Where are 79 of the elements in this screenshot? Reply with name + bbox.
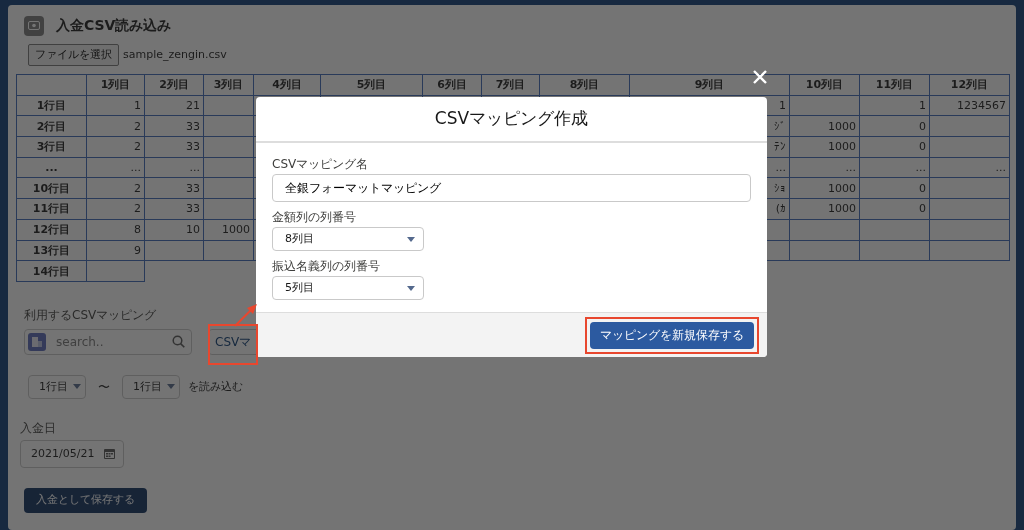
tilde-text: 〜 bbox=[98, 378, 110, 396]
table-cell: ... bbox=[144, 157, 204, 178]
table-cell: ... bbox=[86, 157, 145, 178]
table-cell: 0 bbox=[859, 136, 930, 158]
table-cell: 1000 bbox=[789, 177, 860, 199]
field-label: 振込名義列の列番号 bbox=[272, 258, 380, 275]
list-icon bbox=[28, 332, 46, 351]
dialog-title: CSVマッピング作成 bbox=[434, 107, 589, 131]
column-header: 5列目 bbox=[320, 74, 423, 96]
row-header: 3行目 bbox=[16, 136, 87, 158]
deposit-date-label: 入金日 bbox=[20, 419, 56, 437]
table-cell: ... bbox=[929, 157, 1010, 178]
row-header: 12行目 bbox=[16, 219, 87, 240]
table-cell: 9 bbox=[86, 240, 145, 261]
table-cell: 8 bbox=[86, 219, 145, 240]
table-cell: 21 bbox=[144, 95, 204, 116]
mapping-name-field[interactable]: 全銀フォーマットマッピング bbox=[272, 174, 751, 202]
save-mapping-button[interactable]: マッピングを新規保存する bbox=[590, 321, 754, 349]
caret-icon bbox=[407, 285, 415, 291]
table-cell: 0 bbox=[859, 115, 930, 137]
table-cell: 2 bbox=[86, 198, 145, 220]
table-cell: 33 bbox=[144, 198, 204, 220]
column-header: 3列目 bbox=[203, 74, 254, 96]
column-header: 4列目 bbox=[253, 74, 321, 96]
row-header: 1行目 bbox=[16, 95, 87, 116]
table-cell: 2 bbox=[86, 115, 145, 137]
table-cell: 1000 bbox=[203, 219, 254, 240]
choose-file-button[interactable]: ファイルを選択 bbox=[28, 43, 119, 67]
table-cell: 2 bbox=[86, 136, 145, 158]
row-header: 14行目 bbox=[16, 260, 87, 282]
row-header: ... bbox=[16, 157, 87, 178]
table-cell: 10 bbox=[144, 219, 204, 240]
table-cell: 33 bbox=[144, 136, 204, 158]
column-header: 1列目 bbox=[86, 74, 145, 96]
table-cell: 1000 bbox=[789, 136, 860, 158]
table-cell: 0 bbox=[859, 177, 930, 199]
mapping-label: 利用するCSVマッピング bbox=[24, 306, 157, 324]
row-select[interactable]: 1行目 bbox=[28, 374, 86, 399]
table-cell: 2 bbox=[86, 177, 145, 199]
load-rows-text: を読み込む bbox=[188, 378, 243, 395]
column-header: 8列目 bbox=[539, 74, 630, 96]
column-header: 7列目 bbox=[481, 74, 540, 96]
column-select[interactable]: 8列目 bbox=[272, 227, 424, 251]
caret-icon bbox=[407, 236, 415, 242]
row-header: 13行目 bbox=[16, 240, 87, 261]
table-cell: 1000 bbox=[789, 198, 860, 220]
table-cell: ... bbox=[789, 157, 860, 178]
table-cell: 1234567 bbox=[929, 95, 1010, 116]
table-cell: 1 bbox=[859, 95, 930, 116]
column-header: 9列目 bbox=[629, 74, 790, 96]
column-header: 11列目 bbox=[859, 74, 930, 96]
caret-icon bbox=[167, 384, 175, 390]
save-deposit-button[interactable]: 入金として保存する bbox=[24, 487, 147, 513]
column-select[interactable]: 5列目 bbox=[272, 276, 424, 300]
table-cell: 1 bbox=[86, 95, 145, 116]
column-header: 12列目 bbox=[929, 74, 1010, 96]
date-field[interactable]: 2021/05/21 bbox=[20, 439, 124, 468]
caret-icon bbox=[73, 384, 81, 390]
row-header: 2行目 bbox=[16, 115, 87, 137]
close-icon[interactable] bbox=[752, 69, 768, 85]
row-header: 10行目 bbox=[16, 177, 87, 199]
field-label: 金額列の列番号 bbox=[272, 209, 356, 226]
search-icon bbox=[172, 335, 185, 349]
column-header: 2列目 bbox=[144, 74, 204, 96]
column-header: 6列目 bbox=[422, 74, 482, 96]
table-cell: 0 bbox=[859, 198, 930, 220]
page-title: 入金CSV読み込み bbox=[56, 16, 172, 35]
table-cell: ... bbox=[859, 157, 930, 178]
table-cell: 1000 bbox=[789, 115, 860, 137]
table-cell: 33 bbox=[144, 177, 204, 199]
row-header: 11行目 bbox=[16, 198, 87, 220]
calendar-icon bbox=[104, 448, 115, 460]
field-label: CSVマッピング名 bbox=[272, 156, 369, 173]
table-cell: 33 bbox=[144, 115, 204, 137]
highlight-frame bbox=[208, 324, 258, 365]
file-name: sample_zengin.csv bbox=[123, 46, 227, 63]
column-header: 10列目 bbox=[789, 74, 860, 96]
row-select[interactable]: 1行目 bbox=[122, 374, 180, 399]
money-icon bbox=[24, 15, 44, 36]
